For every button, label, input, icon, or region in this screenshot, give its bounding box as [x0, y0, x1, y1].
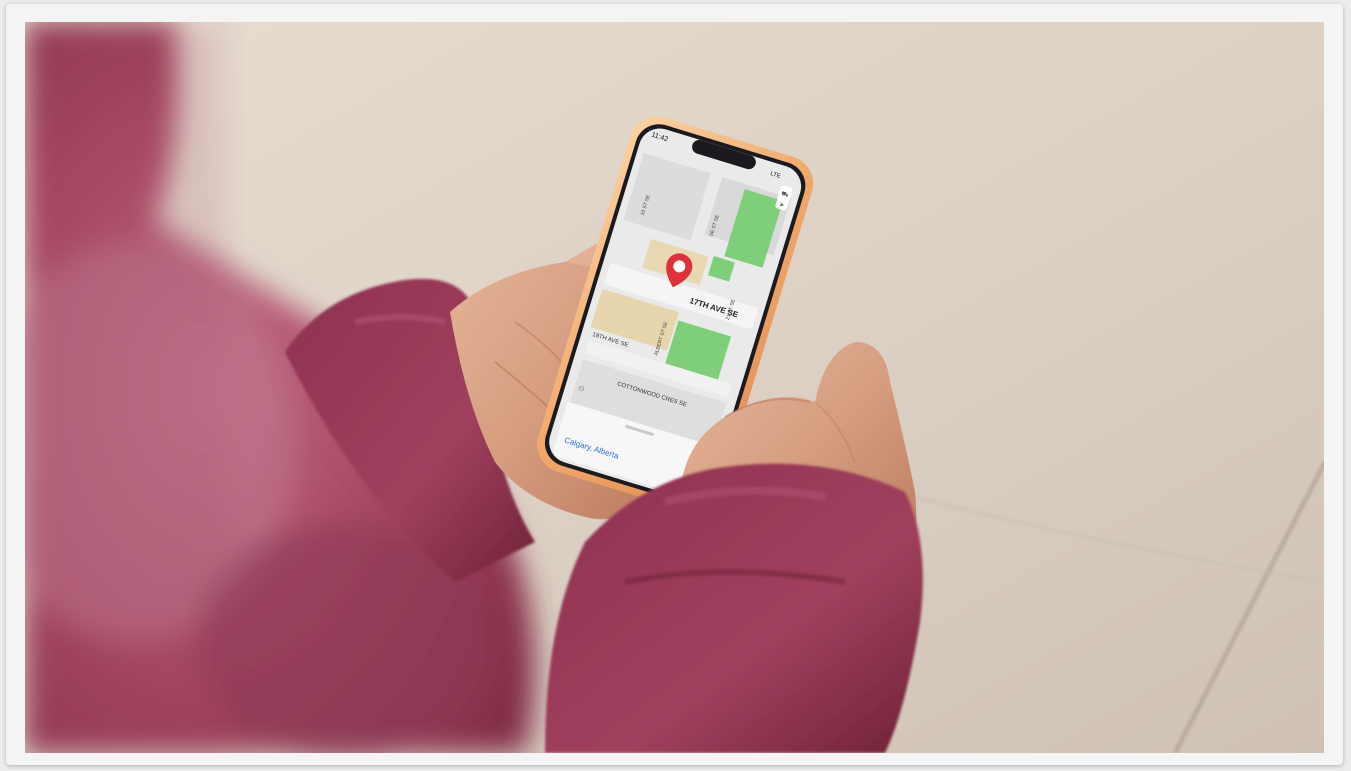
- photo: 11:42 LTE 17TH AVE SE 19TH AVE SE COTTON…: [25, 22, 1324, 753]
- photo-scene: 11:42 LTE 17TH AVE SE 19TH AVE SE COTTON…: [25, 22, 1324, 753]
